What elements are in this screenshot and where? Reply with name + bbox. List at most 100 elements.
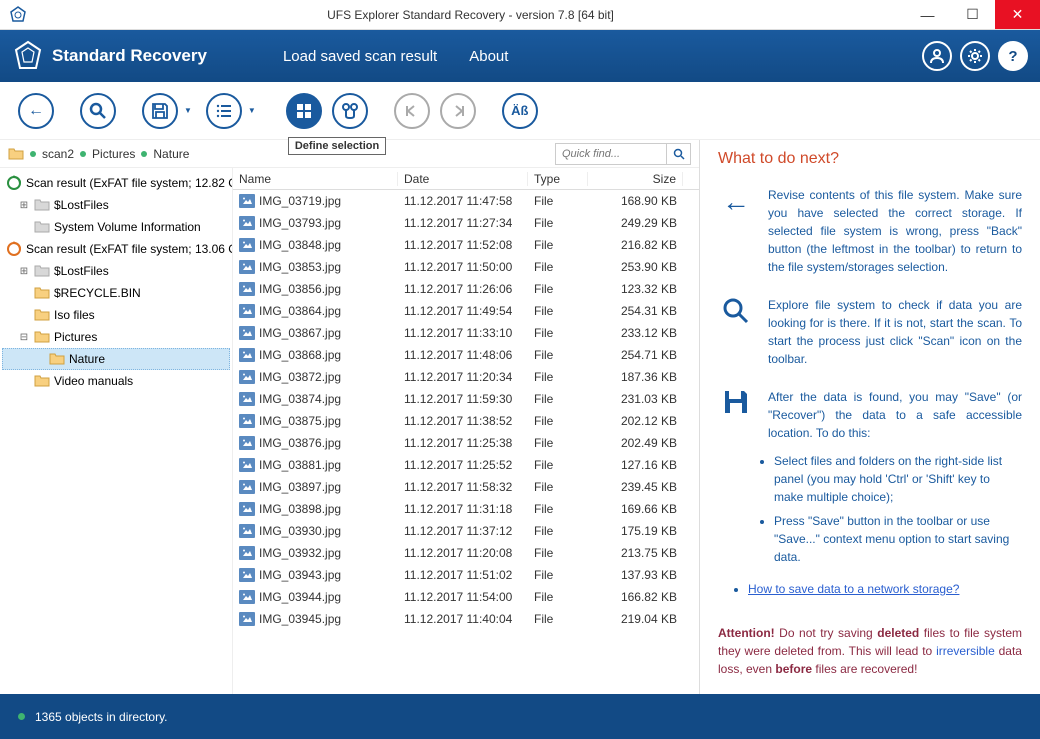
user-button[interactable] (922, 41, 952, 71)
file-date: 11.12.2017 11:54:00 (404, 590, 512, 604)
file-date: 11.12.2017 11:40:04 (404, 612, 512, 626)
file-type: File (534, 480, 553, 494)
image-icon (239, 304, 255, 318)
tree-label: $LostFiles (54, 264, 109, 278)
file-row[interactable]: IMG_03872.jpg11.12.2017 11:20:34File187.… (233, 366, 699, 388)
save-button[interactable] (142, 93, 178, 129)
tree-node[interactable]: ⊞ $LostFiles (2, 260, 230, 282)
image-icon (239, 480, 255, 494)
image-icon (239, 458, 255, 472)
folder-gray-icon (34, 198, 50, 212)
col-date[interactable]: Date (398, 172, 528, 186)
tree-node[interactable]: Scan result (ExFAT file system; 13.06 GB… (2, 238, 230, 260)
file-row[interactable]: IMG_03856.jpg11.12.2017 11:26:06File123.… (233, 278, 699, 300)
file-name: IMG_03867.jpg (259, 326, 341, 340)
tree-node[interactable]: Scan result (ExFAT file system; 12.82 GB… (2, 172, 230, 194)
file-size: 202.12 KB (621, 414, 677, 428)
expand-icon[interactable]: ⊞ (18, 200, 30, 211)
col-name[interactable]: Name (233, 172, 398, 186)
expand-icon[interactable]: ⊞ (18, 266, 30, 277)
crumb-3[interactable]: Nature (153, 147, 189, 161)
file-row[interactable]: IMG_03848.jpg11.12.2017 11:52:08File216.… (233, 234, 699, 256)
file-row[interactable]: IMG_03944.jpg11.12.2017 11:54:00File166.… (233, 586, 699, 608)
help-bullet-2: Press "Save" button in the toolbar or us… (774, 512, 1022, 566)
menu-load-scan[interactable]: Load saved scan result (267, 48, 453, 65)
file-row[interactable]: IMG_03897.jpg11.12.2017 11:58:32File239.… (233, 476, 699, 498)
help-bullet-1: Select files and folders on the right-si… (774, 452, 1022, 506)
file-type: File (534, 414, 553, 428)
tree-node[interactable]: Nature (2, 348, 230, 370)
grid-rows[interactable]: IMG_03719.jpg11.12.2017 11:47:58File168.… (233, 190, 699, 694)
file-row[interactable]: IMG_03864.jpg11.12.2017 11:49:54File254.… (233, 300, 699, 322)
image-icon (239, 260, 255, 274)
folder-icon (8, 147, 24, 161)
tree-node[interactable]: ⊟Pictures (2, 326, 230, 348)
back-button[interactable]: ← (18, 93, 54, 129)
save-dropdown-icon[interactable]: ▼ (184, 106, 192, 115)
file-date: 11.12.2017 11:27:34 (404, 216, 512, 230)
file-row[interactable]: IMG_03853.jpg11.12.2017 11:50:00File253.… (233, 256, 699, 278)
tree-label: $RECYCLE.BIN (54, 286, 141, 300)
quickfind-button[interactable] (666, 144, 690, 164)
list-view-dropdown-icon[interactable]: ▼ (248, 106, 256, 115)
file-row[interactable]: IMG_03898.jpg11.12.2017 11:31:18File169.… (233, 498, 699, 520)
quickfind-input[interactable] (556, 144, 666, 164)
crumb-1[interactable]: scan2 (42, 147, 74, 161)
file-date: 11.12.2017 11:37:12 (404, 524, 512, 538)
tree-node[interactable]: System Volume Information (2, 216, 230, 238)
file-size: 239.45 KB (621, 480, 677, 494)
file-row[interactable]: IMG_03930.jpg11.12.2017 11:37:12File175.… (233, 520, 699, 542)
folder-tree[interactable]: Scan result (ExFAT file system; 12.82 GB… (0, 168, 232, 694)
minimize-button[interactable]: — (905, 0, 950, 29)
find-button[interactable] (332, 93, 368, 129)
help-button[interactable]: ? (998, 41, 1028, 71)
file-row[interactable]: IMG_03876.jpg11.12.2017 11:25:38File202.… (233, 432, 699, 454)
file-size: 175.19 KB (621, 524, 677, 538)
brand-icon (12, 40, 44, 72)
tree-node[interactable]: Iso files (2, 304, 230, 326)
file-row[interactable]: IMG_03875.jpg11.12.2017 11:38:52File202.… (233, 410, 699, 432)
settings-button[interactable] (960, 41, 990, 71)
arrow-left-icon: ← (718, 186, 754, 222)
tree-node[interactable]: ⊞ $LostFiles (2, 194, 230, 216)
expand-icon[interactable]: ⊟ (18, 332, 30, 343)
file-row[interactable]: IMG_03868.jpg11.12.2017 11:48:06File254.… (233, 344, 699, 366)
file-row[interactable]: IMG_03943.jpg11.12.2017 11:51:02File137.… (233, 564, 699, 586)
content-area: scan2 Pictures Nature Scan result (ExFAT… (0, 140, 1040, 694)
file-size: 127.16 KB (621, 458, 677, 472)
tree-node[interactable]: Video manuals (2, 370, 230, 392)
crumb-2[interactable]: Pictures (92, 147, 135, 161)
file-row[interactable]: IMG_03793.jpg11.12.2017 11:27:34File249.… (233, 212, 699, 234)
define-selection-button[interactable]: Define selection (286, 93, 322, 129)
file-row[interactable]: IMG_03867.jpg11.12.2017 11:33:10File233.… (233, 322, 699, 344)
file-date: 11.12.2017 11:58:32 (404, 480, 512, 494)
file-row[interactable]: IMG_03945.jpg11.12.2017 11:40:04File219.… (233, 608, 699, 630)
scan-button[interactable] (80, 93, 116, 129)
file-size: 187.36 KB (621, 370, 677, 384)
file-row[interactable]: IMG_03881.jpg11.12.2017 11:25:52File127.… (233, 454, 699, 476)
close-button[interactable]: ✕ (995, 0, 1040, 29)
file-size: 233.12 KB (621, 326, 677, 340)
file-size: 219.04 KB (621, 612, 677, 626)
file-date: 11.12.2017 11:25:38 (404, 436, 512, 450)
help-step-3: After the data is found, you may "Save" … (768, 388, 1022, 442)
scan-green-icon (6, 175, 22, 191)
file-row[interactable]: IMG_03719.jpg11.12.2017 11:47:58File168.… (233, 190, 699, 212)
file-row[interactable]: IMG_03874.jpg11.12.2017 11:59:30File231.… (233, 388, 699, 410)
maximize-button[interactable]: ☐ (950, 0, 995, 29)
font-button[interactable]: Äß (502, 93, 538, 129)
image-icon (239, 436, 255, 450)
brand: Standard Recovery (12, 40, 207, 72)
quickfind (555, 143, 691, 165)
tree-label: $LostFiles (54, 198, 109, 212)
tree-node[interactable]: $RECYCLE.BIN (2, 282, 230, 304)
list-view-button[interactable] (206, 93, 242, 129)
file-name: IMG_03944.jpg (259, 590, 341, 604)
file-row[interactable]: IMG_03932.jpg11.12.2017 11:20:08File213.… (233, 542, 699, 564)
file-date: 11.12.2017 11:20:34 (404, 370, 512, 384)
help-bullets: Select files and folders on the right-si… (774, 452, 1022, 566)
menu-about[interactable]: About (453, 48, 524, 65)
col-size[interactable]: Size (588, 172, 683, 186)
col-type[interactable]: Type (528, 172, 588, 186)
help-link[interactable]: How to save data to a network storage? (748, 582, 959, 596)
